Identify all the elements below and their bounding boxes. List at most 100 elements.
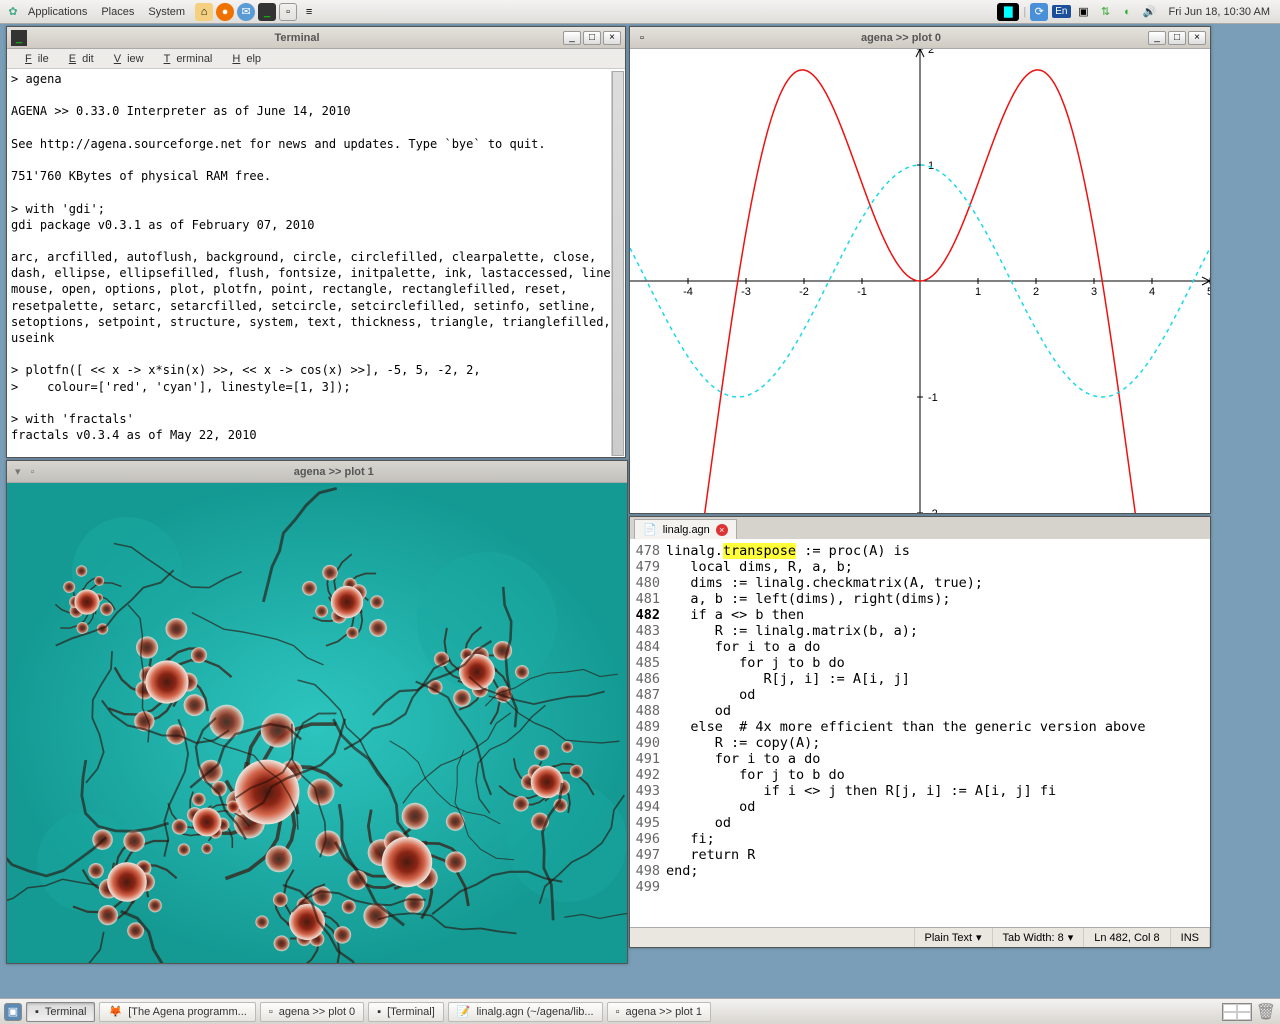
plot0-canvas: -4-3-2-112345-2-112 — [630, 49, 1210, 513]
menu-edit[interactable]: Edit — [57, 51, 100, 67]
code-text: R[j, i] := A[i, j] — [666, 671, 910, 687]
taskbar-item[interactable]: ▪Terminal — [26, 1002, 95, 1022]
line-number: 487 — [630, 687, 666, 703]
menu-file[interactable]: File — [13, 51, 55, 67]
update-icon[interactable]: ⟳ — [1030, 3, 1048, 21]
plot0-title: agena >> plot 0 — [654, 32, 1148, 44]
code-line: 486 R[j, i] := A[i, j] — [630, 671, 1210, 687]
terminal-content[interactable]: > agena AGENA >> 0.33.0 Interpreter as o… — [7, 69, 625, 457]
code-text: else # 4x more efficient than the generi… — [666, 719, 1146, 735]
code-line: 480 dims := linalg.checkmatrix(A, true); — [630, 575, 1210, 591]
code-line: 488 od — [630, 703, 1210, 719]
line-number: 483 — [630, 623, 666, 639]
taskbar-item[interactable]: 📝linalg.agn (~/agena/lib... — [448, 1002, 603, 1022]
line-number: 498 — [630, 863, 666, 879]
code-text: R := copy(A); — [666, 735, 820, 751]
keyboard-layout-badge[interactable]: En — [1052, 5, 1070, 18]
firefox-icon[interactable]: ● — [216, 3, 234, 21]
close-button[interactable]: × — [603, 31, 621, 45]
monitor-icon[interactable]: ▇ — [997, 3, 1019, 21]
svg-text:-2: -2 — [799, 286, 809, 298]
line-number: 486 — [630, 671, 666, 687]
line-number: 492 — [630, 767, 666, 783]
code-text: for j to b do — [666, 655, 845, 671]
launcher-icon-2[interactable]: ≡ — [300, 3, 318, 21]
status-language[interactable]: Plain Text ▾ — [915, 928, 993, 947]
show-desktop-icon[interactable]: ▣ — [4, 1003, 22, 1021]
line-number: 484 — [630, 639, 666, 655]
menu-view[interactable]: View — [102, 51, 150, 67]
line-number: 490 — [630, 735, 666, 751]
tab-close-icon[interactable]: × — [716, 524, 728, 536]
taskbar-item[interactable]: ▫agena >> plot 1 — [607, 1002, 711, 1022]
svg-text:-3: -3 — [741, 286, 751, 298]
task-label: [Terminal] — [387, 1006, 435, 1018]
editor-tab[interactable]: 📄 linalg.agn × — [634, 519, 737, 539]
code-text: od — [666, 687, 755, 703]
code-line: 479 local dims, R, a, b; — [630, 559, 1210, 575]
status-insert-mode[interactable]: INS — [1171, 928, 1210, 947]
svg-text:2: 2 — [1033, 286, 1039, 298]
terminal-title: Terminal — [31, 32, 563, 44]
code-line: 499 — [630, 879, 1210, 895]
code-line: 490 R := copy(A); — [630, 735, 1210, 751]
workspace-switcher[interactable] — [1222, 1003, 1252, 1021]
line-number: 499 — [630, 879, 666, 895]
code-line: 493 if i <> j then R[j, i] := A[i, j] fi — [630, 783, 1210, 799]
svg-text:1: 1 — [975, 286, 981, 298]
task-icon: ▫ — [269, 1006, 273, 1018]
thunderbird-icon[interactable]: ✉ — [237, 3, 255, 21]
minimize-button[interactable]: _ — [563, 31, 581, 45]
home-icon[interactable]: ⌂ — [195, 3, 213, 21]
gnome-foot-icon: ✿ — [4, 3, 22, 21]
terminal-titlebar[interactable]: _ Terminal _ □ × — [7, 27, 625, 49]
editor-code[interactable]: 478linalg.transpose := proc(A) is479 loc… — [630, 539, 1210, 927]
taskbar-item[interactable]: ▫ agena >> plot 0 — [260, 1002, 364, 1022]
clock[interactable]: Fri Jun 18, 10:30 AM — [1163, 6, 1277, 18]
menu-places[interactable]: Places — [95, 4, 140, 20]
terminal-window: _ Terminal _ □ × File Edit View Terminal… — [6, 26, 626, 458]
line-number: 489 — [630, 719, 666, 735]
plot0-title-icon: ▫ — [634, 30, 650, 46]
down-arrow-icon[interactable]: ▾ — [11, 465, 25, 478]
task-label: agena >> plot 0 — [279, 1006, 355, 1018]
line-number: 481 — [630, 591, 666, 607]
plot0-titlebar[interactable]: ▫ agena >> plot 0 _ □ × — [630, 27, 1210, 49]
tray-separator: | — [1023, 6, 1026, 18]
taskbar-item[interactable]: 🦊[The Agena programm... — [99, 1002, 255, 1022]
maximize-button[interactable]: □ — [583, 31, 601, 45]
svg-text:5: 5 — [1207, 286, 1210, 298]
code-line: 497 return R — [630, 847, 1210, 863]
tray-app-icon[interactable]: ▣ — [1075, 3, 1093, 21]
menu-help[interactable]: Help — [220, 51, 267, 67]
task-icon: ▪ — [377, 1006, 381, 1018]
status-tabwidth[interactable]: Tab Width: 8 ▾ — [993, 928, 1085, 947]
terminal-title-icon: _ — [11, 30, 27, 46]
menu-system[interactable]: System — [142, 4, 191, 20]
trash-icon[interactable]: 🗑 — [1256, 1002, 1276, 1022]
code-text: od — [666, 799, 755, 815]
volume-icon[interactable]: 🔊 — [1141, 3, 1159, 21]
task-icon: ▫ — [616, 1006, 620, 1018]
terminal-scrollbar[interactable] — [611, 71, 624, 456]
code-text: dims := linalg.checkmatrix(A, true); — [666, 575, 983, 591]
menu-terminal[interactable]: Terminal — [152, 51, 219, 67]
line-number: 482 — [630, 607, 666, 623]
code-text: od — [666, 815, 731, 831]
terminal-launcher-icon[interactable]: _ — [258, 3, 276, 21]
close-button[interactable]: × — [1188, 31, 1206, 45]
code-line: 496 fi; — [630, 831, 1210, 847]
menu-applications[interactable]: Applications — [22, 4, 93, 20]
plot1-window: ▾ ▫ agena >> plot 1 — [6, 460, 628, 964]
line-number: 478 — [630, 543, 666, 559]
minimize-button[interactable]: _ — [1148, 31, 1166, 45]
editor-tabbar: 📄 linalg.agn × — [630, 517, 1210, 539]
svg-text:-1: -1 — [928, 392, 938, 404]
launcher-icon[interactable]: ▫ — [279, 3, 297, 21]
code-line: 495 od — [630, 815, 1210, 831]
network-icon[interactable]: ⇅ — [1097, 3, 1115, 21]
taskbar-item[interactable]: ▪ [Terminal] — [368, 1002, 444, 1022]
tray-app-icon-2[interactable]: ◐ — [1119, 3, 1137, 21]
plot1-titlebar[interactable]: ▾ ▫ agena >> plot 1 — [7, 461, 627, 483]
maximize-button[interactable]: □ — [1168, 31, 1186, 45]
